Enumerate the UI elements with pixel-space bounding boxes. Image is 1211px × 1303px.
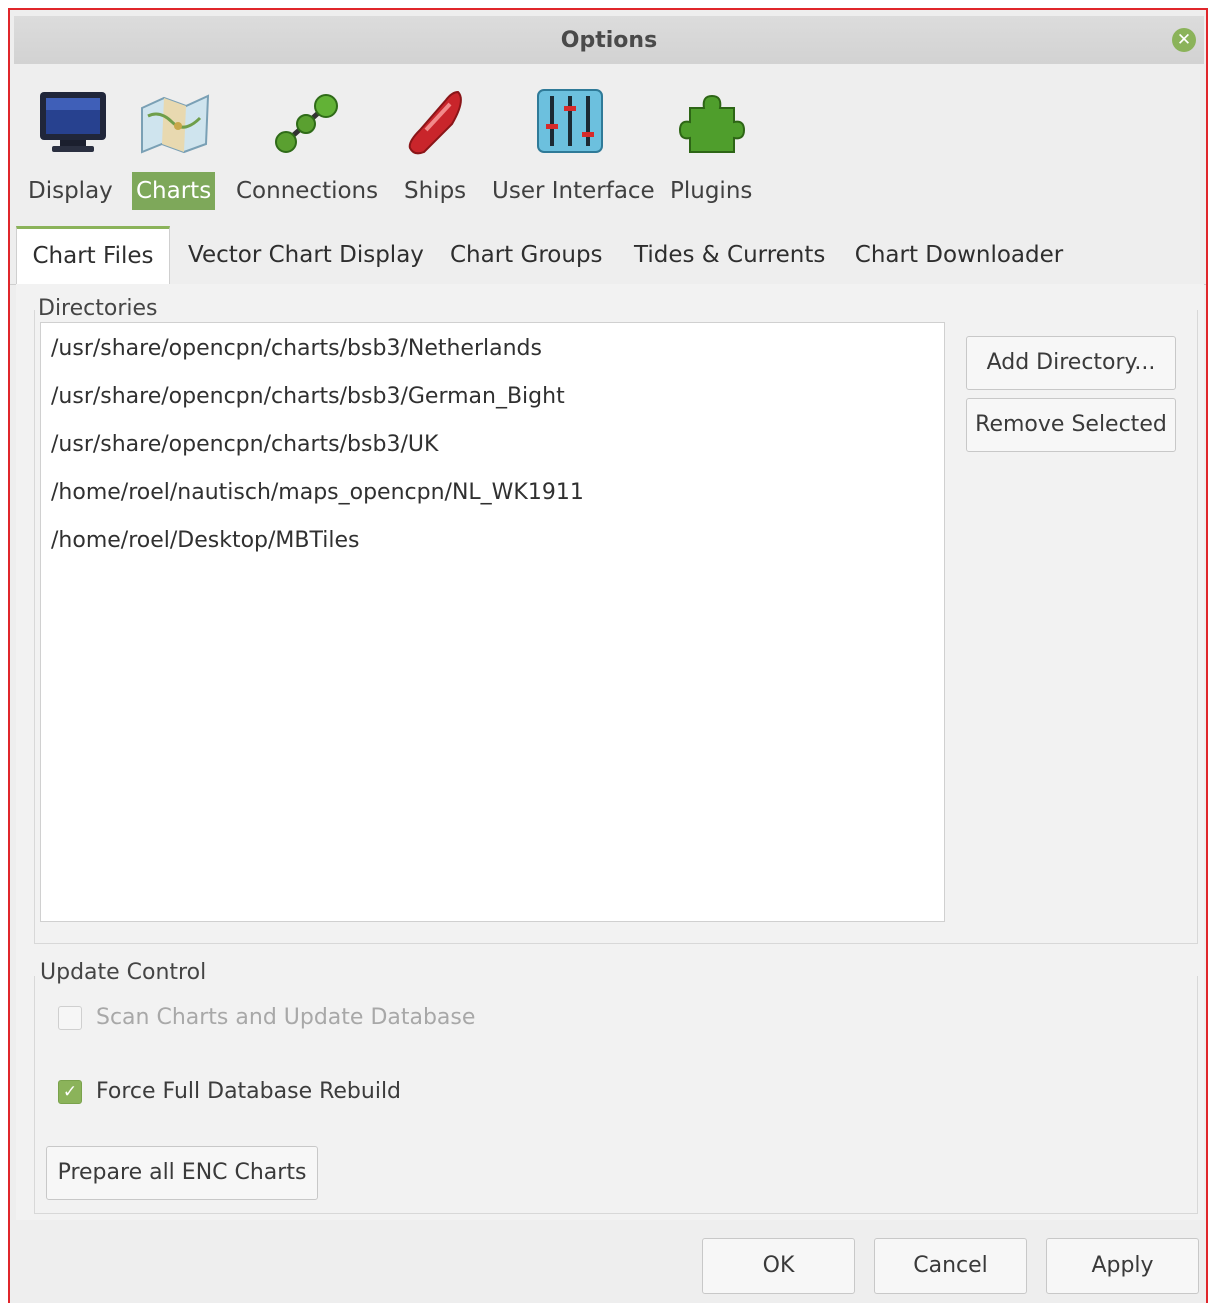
- list-item[interactable]: /home/roel/nautisch/maps_opencpn/NL_WK19…: [51, 469, 584, 517]
- directories-list[interactable]: /usr/share/opencpn/charts/bsb3/Netherlan…: [40, 322, 945, 922]
- ship-icon: [408, 90, 462, 155]
- category-toolbar: Display Charts Connections Ships User In…: [10, 70, 1206, 220]
- options-dialog: Options ✕ Display Charts Connections Shi…: [8, 8, 1208, 1303]
- toolbar-label-ships: Ships: [404, 178, 467, 204]
- toolbar-label-display: Display: [28, 178, 113, 204]
- remove-selected-button[interactable]: Remove Selected: [966, 398, 1176, 452]
- prepare-enc-charts-button[interactable]: Prepare all ENC Charts: [46, 1146, 318, 1200]
- tab-bar: Chart Files Vector Chart Display Chart G…: [10, 220, 1206, 287]
- toolbar-item-plugins[interactable]: Plugins: [666, 70, 762, 218]
- force-rebuild-option[interactable]: ✓ Force Full Database Rebuild: [54, 1074, 554, 1110]
- title-bar[interactable]: Options ✕: [14, 16, 1204, 64]
- close-icon[interactable]: ✕: [1172, 28, 1196, 52]
- sliders-icon: [537, 89, 603, 153]
- force-rebuild-checkbox[interactable]: ✓: [58, 1080, 82, 1104]
- tab-chart-groups[interactable]: Chart Groups: [450, 228, 603, 282]
- scan-charts-option: Scan Charts and Update Database: [54, 1000, 554, 1036]
- ok-button[interactable]: OK: [702, 1238, 855, 1294]
- monitor-icon: [40, 92, 106, 152]
- tab-chart-downloader[interactable]: Chart Downloader: [854, 228, 1064, 282]
- toolbar-item-user-interface[interactable]: User Interface: [488, 70, 655, 218]
- toolbar-item-ships[interactable]: Ships: [400, 70, 470, 218]
- tab-chart-files[interactable]: Chart Files: [16, 226, 170, 287]
- list-item[interactable]: /usr/share/opencpn/charts/bsb3/UK: [51, 421, 438, 469]
- toolbar-label-charts: Charts: [132, 172, 216, 210]
- connections-icon: [275, 94, 338, 153]
- chart-files-panel: Directories /usr/share/opencpn/charts/bs…: [16, 284, 1204, 1220]
- add-directory-button[interactable]: Add Directory...: [966, 336, 1176, 390]
- toolbar-item-display[interactable]: Display: [24, 70, 120, 218]
- scan-charts-label: Scan Charts and Update Database: [96, 1005, 476, 1030]
- window-title: Options: [560, 27, 658, 53]
- force-rebuild-label: Force Full Database Rebuild: [96, 1079, 402, 1104]
- scan-charts-checkbox: [58, 1006, 82, 1030]
- puzzle-icon: [678, 94, 746, 153]
- toolbar-label-connections: Connections: [236, 178, 379, 204]
- tab-tides-currents[interactable]: Tides & Currents: [634, 228, 825, 282]
- toolbar-item-connections[interactable]: Connections: [232, 70, 382, 218]
- list-item[interactable]: /usr/share/opencpn/charts/bsb3/German_Bi…: [51, 373, 565, 421]
- charts-map-icon: [141, 94, 210, 154]
- toolbar-item-charts[interactable]: Charts: [132, 70, 222, 218]
- directories-label: Directories: [38, 296, 164, 321]
- toolbar-label-plugins: Plugins: [670, 178, 753, 204]
- cancel-button[interactable]: Cancel: [874, 1238, 1027, 1294]
- tab-vector-chart-display[interactable]: Vector Chart Display: [188, 228, 424, 282]
- toolbar-label-user-interface: User Interface: [492, 178, 655, 204]
- list-item[interactable]: /home/roel/Desktop/MBTiles: [51, 517, 359, 565]
- list-item[interactable]: /usr/share/opencpn/charts/bsb3/Netherlan…: [51, 325, 542, 373]
- update-control-label: Update Control: [40, 960, 213, 985]
- apply-button[interactable]: Apply: [1046, 1238, 1199, 1294]
